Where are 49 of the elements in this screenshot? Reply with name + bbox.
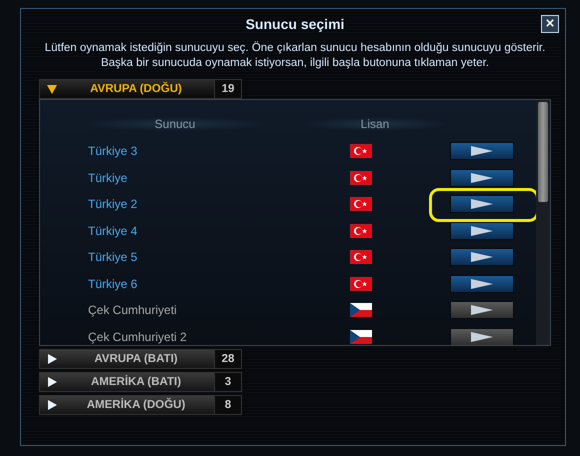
play-icon <box>471 146 493 156</box>
play-button[interactable] <box>450 168 514 187</box>
play-button[interactable] <box>450 195 514 214</box>
triangle-right-icon <box>46 399 58 411</box>
server-name: Türkiye 5 <box>87 250 138 264</box>
play-icon <box>471 199 493 210</box>
description-text: Lütfen oynamak istediğin sunucuyu seç. Öne çıkarlan sunucu hesabının olduğu sunucuyu gösterir. Başka bir sunucuda oynamak istiyorsan, ilgili başla butonuna tıklaman yeter. <box>44 41 546 71</box>
turkish-flag-icon <box>350 144 372 158</box>
triangle-right-icon <box>46 353 58 365</box>
play-icon <box>471 252 493 262</box>
region-header[interactable]: AMERİKA (BATI) <box>39 372 215 392</box>
close-button[interactable]: × <box>541 15 559 33</box>
turkish-flag-icon <box>350 276 372 291</box>
server-count: 8 <box>215 395 242 415</box>
play-icon <box>471 305 493 316</box>
triangle-down-icon <box>46 83 58 95</box>
play-icon <box>471 332 493 342</box>
turkish-flag-icon <box>350 197 372 212</box>
play-icon <box>471 278 493 289</box>
server-name: Türkiye 6 <box>87 276 138 291</box>
scrollbar[interactable] <box>536 100 550 345</box>
server-count: 3 <box>215 372 242 392</box>
server-name: Çek Cumhuriyeti <box>87 303 178 318</box>
server-name: Türkiye <box>87 170 128 185</box>
czech-flag-icon <box>350 303 372 318</box>
region-header[interactable]: AVRUPA (DOĞU) <box>39 79 215 99</box>
window-title: Sunucu seçimi <box>246 16 344 32</box>
scrollbar-thumb[interactable] <box>538 102 548 202</box>
server-count: 19 <box>215 79 242 99</box>
play-button[interactable] <box>450 248 514 266</box>
turkish-flag-icon <box>350 224 372 238</box>
region-header[interactable]: AMERİKA (DOĞU) <box>39 395 215 415</box>
server-name: Türkiye 4 <box>87 224 138 238</box>
server-name: Türkiye 2 <box>87 197 138 212</box>
play-button[interactable] <box>450 301 514 320</box>
play-icon <box>471 172 493 183</box>
czech-flag-icon <box>350 330 372 344</box>
server-count: 28 <box>215 349 242 369</box>
turkish-flag-icon <box>350 170 372 185</box>
server-name: Türkiye 3 <box>87 144 138 158</box>
play-icon <box>471 226 493 236</box>
triangle-right-icon <box>46 376 58 388</box>
region-header[interactable]: AVRUPA (BATI) <box>39 349 215 369</box>
turkish-flag-icon <box>350 250 372 264</box>
play-button[interactable] <box>450 142 514 160</box>
server-name: Çek Cumhuriyeti 2 <box>87 330 188 344</box>
play-button[interactable] <box>450 222 514 240</box>
play-button[interactable] <box>450 274 514 293</box>
play-button[interactable] <box>450 328 514 345</box>
